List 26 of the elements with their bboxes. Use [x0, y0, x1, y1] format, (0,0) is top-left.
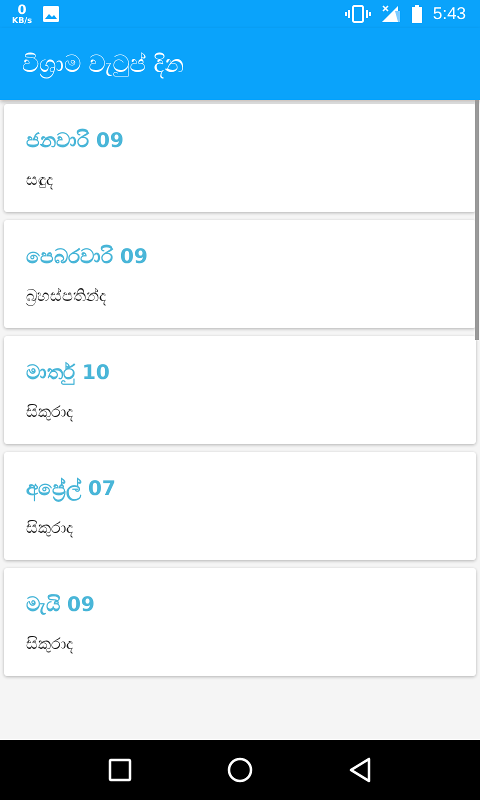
holiday-card[interactable]: පෙබරවාරි 09 බ්‍රහස්පතින්ද	[4, 220, 476, 328]
holiday-date: අප්‍රේල් 07	[26, 476, 454, 500]
weekday: සිකුරාද	[26, 402, 74, 420]
weekday: සඳුද	[26, 170, 54, 188]
holiday-card[interactable]: අප්‍රේල් 07 සිකුරාද	[4, 452, 476, 560]
holiday-date: මාර්තු 10	[26, 360, 111, 384]
weekday: බ්‍රහස්පතින්ද	[26, 286, 107, 304]
weekday: සිකුරාද	[26, 518, 74, 536]
speed-unit: KB/s	[12, 16, 32, 24]
holiday-date: මැයි 09	[26, 592, 96, 616]
holiday-date: පෙබරවාරි 09	[26, 244, 149, 268]
app-title: විශ්‍රාම වැටුප් දින	[22, 50, 184, 78]
back-icon[interactable]	[348, 757, 372, 783]
battery-icon	[410, 5, 423, 23]
holiday-date: ජනවාරි 09	[26, 128, 125, 152]
weekday: සිකුරාද	[26, 634, 74, 652]
holiday-card[interactable]: මාර්තු 10 සිකුරාද	[4, 336, 476, 444]
recents-icon[interactable]	[108, 758, 132, 782]
signal-icon	[380, 5, 401, 23]
network-speed: 0	[17, 4, 27, 16]
image-icon	[42, 5, 60, 23]
vibrate-icon	[344, 5, 371, 23]
home-icon[interactable]	[226, 757, 253, 783]
holiday-card[interactable]: ජනවාරි 09 සඳුද	[4, 104, 476, 212]
clock: 5:43	[432, 4, 466, 24]
holiday-card[interactable]: මැයි 09 සිකුරාද	[4, 568, 476, 676]
